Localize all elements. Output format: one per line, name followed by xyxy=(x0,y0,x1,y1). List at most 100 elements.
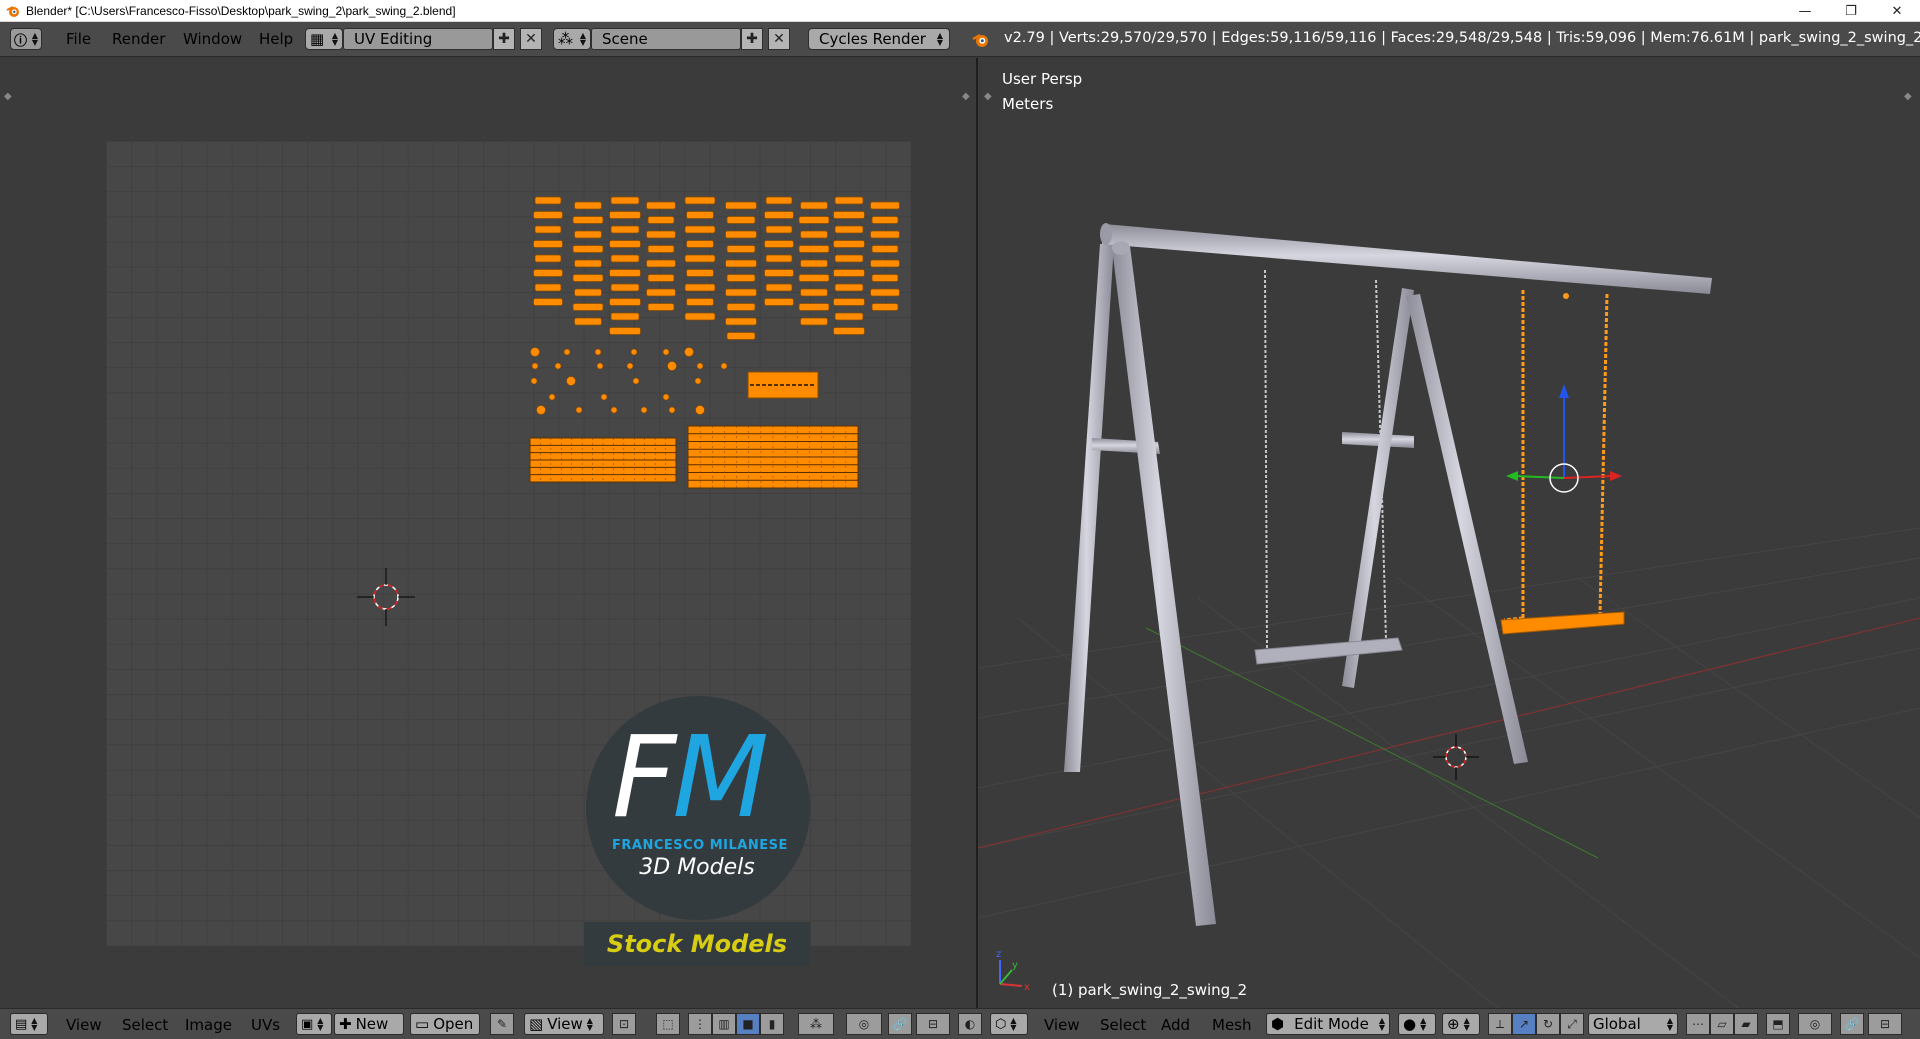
editor-type-image-button[interactable]: ▤ ▲ ▼ xyxy=(10,1013,48,1035)
editor-type-info-button[interactable]: ⓘ ▲ ▼ xyxy=(10,28,42,50)
texture-paint-icon[interactable]: ◐ xyxy=(958,1013,982,1035)
updown-arrows-icon: ▲ ▼ xyxy=(331,31,338,47)
image-icon: ▣ xyxy=(301,1016,314,1032)
updown-arrows-icon: ▲ ▼ xyxy=(1666,1016,1673,1032)
scale-manipulator-icon[interactable]: ⤢ xyxy=(1560,1013,1584,1035)
remove-scene-button[interactable]: ✕ xyxy=(768,28,790,50)
viewport-shading-dropdown[interactable]: ● ▲ ▼ xyxy=(1398,1013,1436,1035)
updown-arrows-icon: ▲ ▼ xyxy=(936,31,943,47)
remove-screen-button[interactable]: ✕ xyxy=(520,28,542,50)
swing-frame-brace-right xyxy=(1342,432,1414,448)
swing-frame-leg-back-left xyxy=(1064,244,1114,772)
watermark-stock-models: Stock Models xyxy=(606,930,788,958)
watermark-band: Stock Models xyxy=(584,922,810,966)
uv-menu-select[interactable]: Select xyxy=(122,1016,168,1034)
proportional-edit-icon[interactable]: ◎ xyxy=(846,1013,882,1035)
scene-field[interactable]: Scene xyxy=(591,28,741,50)
3d-cursor-icon xyxy=(1433,734,1479,780)
translate-manipulator-icon[interactable]: ↗ xyxy=(1512,1013,1536,1035)
updown-arrows-icon: ▲ ▼ xyxy=(1420,1016,1427,1032)
screen-layout-browse-button[interactable]: ▦ ▲ ▼ xyxy=(305,28,343,50)
pin-icon[interactable]: ✎ xyxy=(490,1013,514,1035)
view-mode-icon: ▧ xyxy=(529,1015,544,1033)
swing-1-seat xyxy=(1254,637,1403,665)
restore-button[interactable]: ❐ xyxy=(1828,0,1874,22)
vertex-select-mode-icon[interactable]: ⋯ xyxy=(1686,1013,1710,1035)
minimize-button[interactable]: — xyxy=(1782,0,1828,22)
uv-menu-uvs[interactable]: UVs xyxy=(251,1016,280,1034)
manipulator-toggle-icon[interactable]: ⟂ xyxy=(1488,1013,1512,1035)
open-image-button[interactable]: ▭ Open xyxy=(410,1013,480,1035)
snap-element-icon[interactable]: ⊟ xyxy=(1868,1013,1902,1035)
edge-select-icon[interactable]: ▥ xyxy=(712,1013,736,1035)
close-icon: ✕ xyxy=(525,31,537,47)
view3d-menu-view[interactable]: View xyxy=(1044,1016,1080,1034)
swing-2-seat xyxy=(1500,611,1625,635)
3d-view-icon: ⬡ xyxy=(995,1016,1007,1032)
add-scene-button[interactable]: ✚ xyxy=(741,28,763,50)
watermark-fm-letters: FM xyxy=(612,713,769,843)
rotate-manipulator-icon[interactable]: ↻ xyxy=(1536,1013,1560,1035)
occlude-geometry-icon[interactable]: ⬒ xyxy=(1766,1013,1790,1035)
region-toggle-icon: ◆ xyxy=(984,91,992,102)
scene-browse-button[interactable]: ⁂ ▲ ▼ xyxy=(553,28,591,50)
editor-headers: ▤ ▲ ▼ View Select Image UVs ▣ ▲ ▼ ✚ New ▭ … xyxy=(0,1008,1920,1039)
uv-menu-view[interactable]: View xyxy=(66,1016,102,1034)
face-select-icon[interactable]: ■ xyxy=(736,1013,760,1035)
uv-image-editor[interactable] xyxy=(0,58,976,1008)
view3d-menu-select[interactable]: Select xyxy=(1100,1016,1146,1034)
watermark-author-name: FRANCESCO MILANESE xyxy=(612,838,788,853)
add-screen-button[interactable]: ✚ xyxy=(493,28,515,50)
plus-icon: ✚ xyxy=(746,31,758,47)
view3d-menu-add[interactable]: Add xyxy=(1161,1016,1190,1034)
screen-layout-field[interactable]: UV Editing xyxy=(343,28,493,50)
orientation-label: Global xyxy=(1593,1015,1641,1033)
info-header: ⓘ ▲ ▼ File Render Window Help ▦ ▲ ▼ UV Edi… xyxy=(0,22,1920,57)
image-browse-button[interactable]: ▣ ▲ ▼ xyxy=(296,1013,332,1035)
swing-frame-top-beam xyxy=(1102,224,1712,294)
proportional-edit-3d-icon[interactable]: ◎ xyxy=(1798,1013,1832,1035)
object-origin-dot xyxy=(1563,293,1569,299)
menu-render[interactable]: Render xyxy=(112,30,165,48)
info-icon: ⓘ xyxy=(14,33,28,49)
sync-selection-icon[interactable]: ⬚ xyxy=(656,1013,680,1035)
snap-icon[interactable]: 🔗 xyxy=(888,1013,912,1035)
menu-window[interactable]: Window xyxy=(183,30,242,48)
menu-file[interactable]: File xyxy=(66,30,91,48)
edge-select-mode-icon[interactable]: ▱ xyxy=(1710,1013,1734,1035)
layout-icon: ▦ xyxy=(310,30,325,48)
view3d-menu-mesh[interactable]: Mesh xyxy=(1212,1016,1252,1034)
pivot-icon[interactable]: ⊡ xyxy=(612,1013,636,1035)
menu-help[interactable]: Help xyxy=(259,30,293,48)
snap-3d-icon[interactable]: 🔗 xyxy=(1840,1013,1864,1035)
transform-orientation-dropdown[interactable]: Global ▲ ▼ xyxy=(1588,1013,1678,1035)
folder-icon: ▭ xyxy=(415,1015,430,1033)
vertex-select-icon[interactable]: ⋮ xyxy=(688,1013,712,1035)
swing-frame-leg-back-right xyxy=(1342,288,1414,688)
window-title: Blender* [C:\Users\Francesco-Fisso\Deskt… xyxy=(26,3,456,18)
updown-arrows-icon: ▲ ▼ xyxy=(31,31,38,47)
view-mode-dropdown[interactable]: ▧ View ▲ ▼ xyxy=(524,1013,604,1035)
edit-mode-icon: ⬢ xyxy=(1271,1015,1285,1033)
new-image-button[interactable]: ✚ New xyxy=(334,1013,404,1035)
render-engine-dropdown[interactable]: Cycles Render ▲ ▼ xyxy=(808,28,950,50)
beam-end-cap xyxy=(1100,223,1112,245)
blender-logo-icon xyxy=(972,33,988,47)
snap-target-icon[interactable]: ⊟ xyxy=(916,1013,950,1035)
watermark-tagline: 3D Models xyxy=(639,855,755,880)
island-select-icon[interactable]: ▮ xyxy=(760,1013,784,1035)
updown-arrows-icon: ▲ ▼ xyxy=(31,1016,38,1032)
image-editor-icon: ▤ xyxy=(15,1016,28,1032)
view-mode-label: View xyxy=(547,1015,583,1033)
face-select-mode-icon[interactable]: ▰ xyxy=(1734,1013,1758,1035)
sticky-selection-icon[interactable]: ⁂ xyxy=(798,1013,834,1035)
mode-label: Edit Mode xyxy=(1294,1015,1369,1033)
render-engine-label: Cycles Render xyxy=(819,30,926,48)
viewport-scene: z x y ◆ ◆ xyxy=(978,91,1920,1008)
svg-text:x: x xyxy=(1024,982,1030,993)
mode-dropdown[interactable]: ⬢ Edit Mode ▲ ▼ xyxy=(1266,1013,1390,1035)
pivot-point-dropdown[interactable]: ⊕ ▲ ▼ xyxy=(1442,1013,1480,1035)
close-button[interactable]: ✕ xyxy=(1874,0,1920,22)
uv-menu-image[interactable]: Image xyxy=(185,1016,232,1034)
editor-type-3d-button[interactable]: ⬡ ▲ ▼ xyxy=(990,1013,1028,1035)
